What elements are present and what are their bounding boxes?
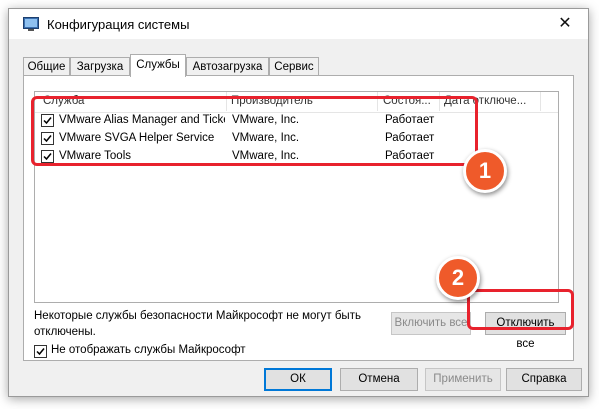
system-config-icon: [23, 17, 39, 31]
tab-startup[interactable]: Автозагрузка: [186, 57, 269, 76]
title-bar: Конфигурация системы ✕: [9, 9, 588, 39]
security-services-note: Некоторые службы безопасности Майкрософт…: [34, 310, 361, 338]
help-button[interactable]: Справка: [506, 368, 582, 391]
step-badge-1: 1: [463, 149, 507, 193]
highlight-services-list: [31, 96, 478, 166]
tab-general[interactable]: Общие: [23, 57, 70, 76]
ok-button[interactable]: ОК: [264, 368, 332, 391]
close-icon[interactable]: ✕: [542, 9, 588, 39]
apply-button[interactable]: Применить: [425, 368, 501, 391]
step-badge-2: 2: [436, 256, 480, 300]
window-title: Конфигурация системы: [47, 17, 190, 32]
tab-services[interactable]: Службы: [130, 54, 186, 77]
system-config-window: Конфигурация системы ✕ Общие Загрузка Сл…: [8, 8, 589, 397]
highlight-disable-all: [467, 289, 574, 330]
cancel-button[interactable]: Отмена: [340, 368, 418, 391]
enable-all-button[interactable]: Включить все: [391, 312, 471, 335]
column-divider[interactable]: [540, 92, 541, 111]
tab-tools[interactable]: Сервис: [269, 57, 319, 76]
hide-microsoft-checkbox[interactable]: [34, 345, 47, 358]
hide-microsoft-label: Не отображать службы Майкрософт: [51, 344, 246, 356]
tab-boot[interactable]: Загрузка: [70, 57, 130, 76]
checkmark-icon: [36, 348, 45, 356]
